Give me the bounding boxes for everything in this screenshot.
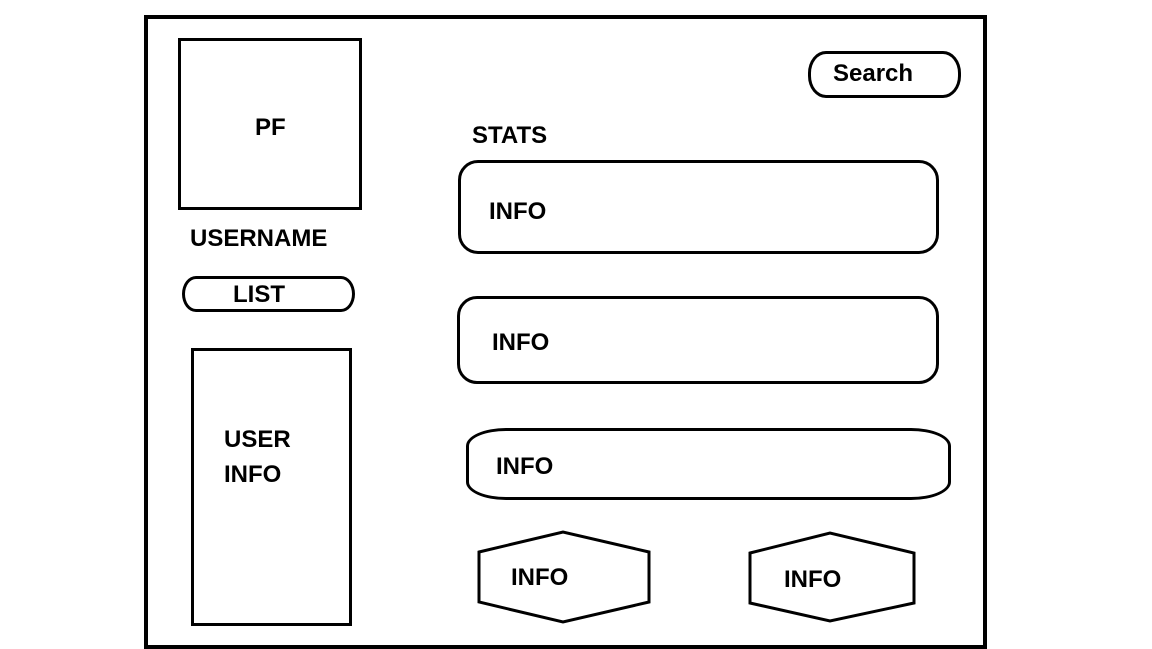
stats-info-hexagon-label: INFO: [784, 566, 842, 593]
stats-info-card-label: INFO: [492, 329, 550, 356]
search-button-label: Search: [833, 60, 914, 87]
user-info-line-1: USER: [224, 426, 291, 453]
username-label: USERNAME: [190, 225, 328, 252]
profile-picture-label: PF: [255, 114, 286, 141]
stats-title: STATS: [472, 122, 548, 149]
user-info-label: USER INFO: [224, 422, 291, 492]
stats-info-card-label: INFO: [496, 453, 554, 480]
user-info-line-2: INFO: [224, 461, 282, 488]
stats-info-hexagon-label: INFO: [511, 564, 569, 591]
list-button-label: LIST: [233, 281, 285, 308]
stats-info-card-label: INFO: [489, 198, 547, 225]
